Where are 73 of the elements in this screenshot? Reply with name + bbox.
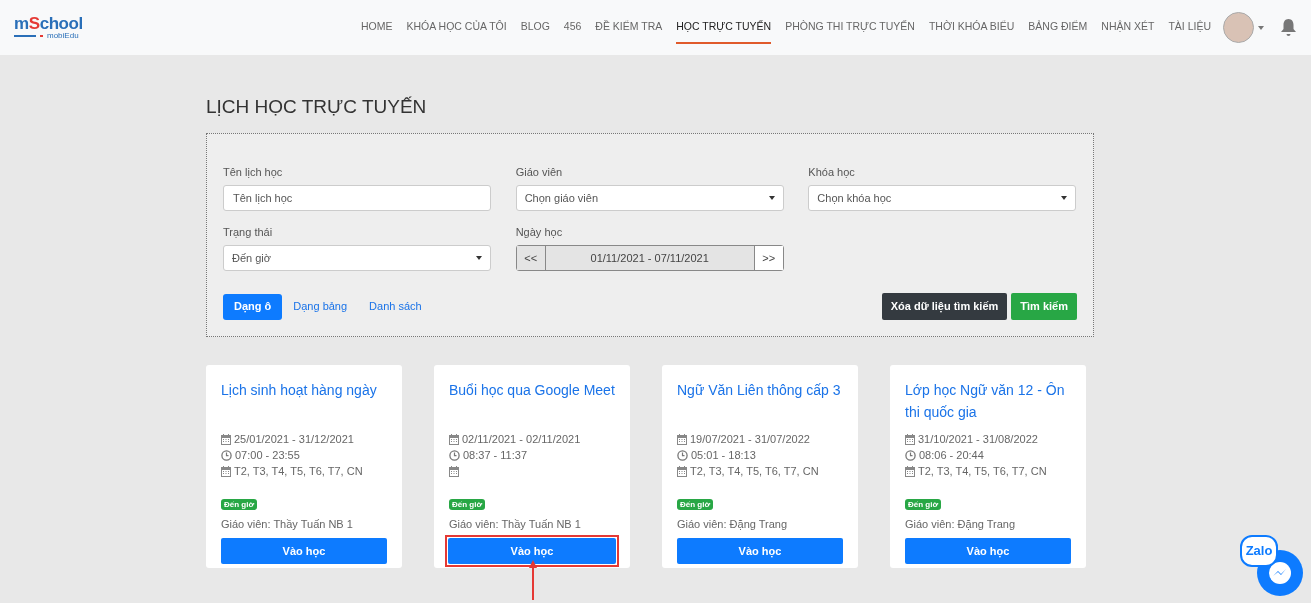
calendar-icon — [449, 433, 459, 445]
search-button[interactable]: Tìm kiếm — [1011, 293, 1077, 320]
weekdays: T2, T3, T4, T5, T6, T7, CN — [234, 464, 363, 479]
clock-icon — [449, 449, 460, 461]
status-badge: Đến giờ — [905, 499, 942, 510]
zalo-button[interactable]: Zalo — [1240, 535, 1278, 567]
caret-icon — [476, 256, 482, 260]
join-button[interactable]: Vào học — [905, 538, 1071, 565]
teacher-name: Giáo viên: Đặng Trang — [905, 517, 1017, 532]
calendar-icon — [905, 433, 915, 445]
nav-link[interactable]: TÀI LIỆU — [1168, 10, 1211, 45]
time-range: 08:06 - 20:44 — [919, 448, 984, 463]
teacher-name: Giáo viên: Đặng Trang — [677, 517, 789, 532]
time-range: 05:01 - 18:13 — [691, 448, 756, 463]
nav-link[interactable]: BẢNG ĐIỂM — [1028, 10, 1088, 45]
weekdays: T2, T3, T4, T5, T6, T7, CN — [918, 464, 1047, 479]
date-range: 25/01/2021 - 31/12/2021 — [234, 432, 354, 447]
nav-link[interactable]: 456 — [563, 10, 582, 45]
date-range: 02/11/2021 - 02/11/2021 — [462, 432, 581, 447]
nav-link[interactable]: ĐỀ KIỂM TRA — [595, 10, 663, 45]
calendar-icon — [221, 465, 231, 477]
course-title[interactable]: Lớp học Ngữ văn 12 - Ôn thi quốc gia — [905, 379, 1071, 431]
view-tab[interactable]: Dạng bảng — [282, 293, 359, 320]
join-button[interactable]: Vào học — [448, 538, 616, 565]
avatar[interactable] — [1223, 12, 1254, 43]
status-badge: Đến giờ — [449, 499, 486, 510]
logo[interactable]: mSchool mobiEdu — [14, 15, 84, 40]
status-badge: Đến giờ — [677, 499, 714, 510]
nav-link[interactable]: THỜI KHÓA BIỂU — [928, 10, 1015, 45]
nav-link[interactable]: BLOG — [520, 10, 550, 45]
calendar-icon — [905, 465, 915, 477]
date-range: 19/07/2021 - 31/07/2022 — [690, 432, 810, 447]
clock-icon — [221, 449, 232, 461]
caret-icon[interactable] — [1258, 25, 1264, 30]
view-tab[interactable]: Dạng ô — [223, 293, 283, 320]
nav-link[interactable]: HOME — [360, 10, 393, 45]
dropdown[interactable]: Chọn giáo viên — [515, 185, 784, 211]
caret-icon — [1061, 196, 1068, 200]
calendar-icon — [221, 433, 231, 445]
time-range: 08:37 - 11:37 — [463, 448, 527, 463]
clear-button[interactable]: Xóa dữ liệu tìm kiếm — [881, 293, 1008, 320]
nav-link[interactable]: NHẬN XÉT — [1101, 10, 1155, 45]
view-tab[interactable]: Danh sách — [358, 293, 433, 320]
field-label: Khóa học — [808, 165, 856, 178]
time-range: 07:00 - 23:55 — [235, 448, 300, 463]
field-label: Ngày học — [515, 225, 564, 238]
join-button[interactable]: Vào học — [677, 538, 843, 565]
status-badge: Đến giờ — [221, 499, 258, 510]
nav-link[interactable]: PHÒNG THI TRỰC TUYẾN — [785, 10, 915, 45]
field-label: Giáo viên — [515, 165, 564, 178]
weekdays: T2, T3, T4, T5, T6, T7, CN — [690, 464, 819, 479]
course-title[interactable]: Lịch sinh hoạt hàng ngày — [221, 379, 387, 431]
date-range: 31/10/2021 - 31/08/2022 — [918, 432, 1038, 447]
teacher-name: Giáo viên: Thầy Tuấn NB 1 — [221, 517, 354, 532]
caret-icon — [768, 196, 775, 200]
nav-link[interactable]: HỌC TRỰC TUYẾN — [676, 10, 772, 45]
field-label: Trạng thái — [223, 225, 274, 238]
calendar-icon — [449, 465, 459, 477]
dropdown[interactable]: Đến giờ — [223, 245, 491, 271]
course-title[interactable]: Ngữ Văn Liên thông cấp 3 — [677, 379, 843, 431]
clock-icon — [677, 449, 688, 461]
input-field[interactable]: Tên lịch học — [223, 185, 491, 211]
nav-link[interactable]: KHÓA HỌC CỦA TÔI — [406, 10, 507, 45]
join-button[interactable]: Vào học — [221, 538, 387, 565]
calendar-icon — [677, 433, 687, 445]
page-title: LỊCH HỌC TRỰC TUYẾN — [206, 95, 428, 119]
bell-icon[interactable] — [1280, 18, 1297, 37]
teacher-name: Giáo viên: Thầy Tuấn NB 1 — [449, 517, 582, 532]
field-label: Tên lịch học — [223, 165, 284, 178]
dropdown[interactable]: Chọn khóa học — [808, 185, 1077, 211]
course-title[interactable]: Buổi học qua Google Meet — [449, 379, 615, 431]
calendar-icon — [677, 465, 687, 477]
clock-icon — [905, 449, 916, 461]
